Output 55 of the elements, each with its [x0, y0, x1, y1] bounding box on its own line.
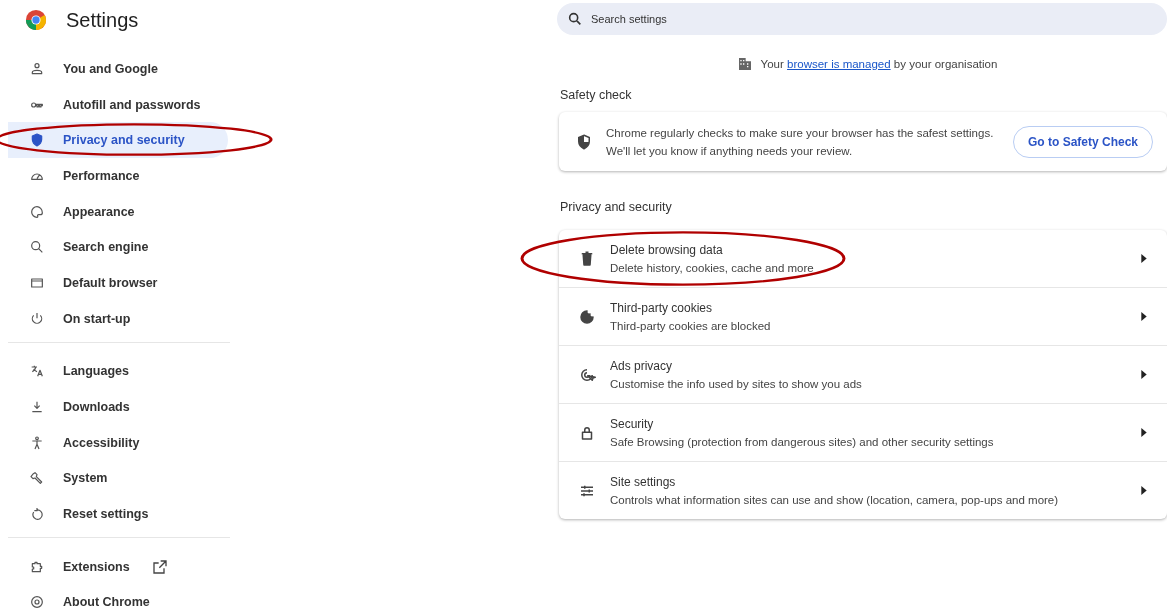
sidebar-item[interactable]: Autofill and passwords: [8, 86, 228, 123]
settings-row[interactable]: Third-party cookies Third-party cookies are blocked: [559, 288, 1167, 345]
search-field[interactable]: Search settings: [589, 12, 1167, 26]
row-title: Site settings: [610, 473, 677, 491]
settings-row[interactable]: Ads privacy Customise the info used by sites to show you ads: [559, 346, 1167, 403]
sidebar-item[interactable]: On start-up: [8, 300, 228, 337]
shield-icon: [29, 132, 45, 149]
row-subtitle: Third-party cookies are blocked: [610, 318, 772, 334]
managed-link[interactable]: browser is managed: [787, 58, 891, 70]
cookie-icon: [578, 307, 596, 326]
sidebar-item[interactable]: Downloads: [8, 389, 228, 425]
row-subtitle: Safe Browsing (protection from dangerous sites) and other security settings: [610, 434, 995, 450]
row-title: Ads privacy: [610, 357, 674, 375]
sidebar-item[interactable]: Search engine: [8, 229, 228, 266]
sidebar-item[interactable]: System: [8, 460, 228, 497]
power-icon: [29, 310, 45, 327]
chrome-logo-icon: [25, 9, 47, 31]
safety-description: Chrome regularly checks to make sure your browser has the safest settings.: [606, 125, 995, 141]
caret-icon: [1141, 486, 1147, 495]
caret-icon: [1141, 312, 1147, 321]
caret-icon: [1141, 370, 1147, 379]
safety-check-button[interactable]: Go to Safety Check: [1012, 125, 1153, 158]
section-heading: Safety check: [560, 88, 633, 104]
sidebar-item[interactable]: Default browser: [8, 265, 228, 301]
row-title: Security: [610, 415, 655, 433]
search-icon: [567, 11, 583, 27]
accessibility-icon: [29, 434, 45, 451]
settings-row[interactable]: Site settings Controls what information sites can use and show (location, camera, pop-ups and more): [559, 462, 1167, 519]
wrench-icon: [29, 470, 45, 487]
managed-notice: Your browser is managed by your organisation: [760, 58, 998, 70]
sidebar-item[interactable]: Appearance: [8, 193, 228, 230]
sidebar-item[interactable]: Accessibility: [8, 424, 228, 461]
row-title: Delete browsing data: [610, 241, 724, 259]
safety-description: We'll let you know if anything needs your review.: [606, 143, 854, 159]
row-subtitle: Delete history, cookies, cache and more: [610, 260, 815, 276]
caret-icon: [1141, 428, 1147, 437]
sidebar-item[interactable]: Extensions: [8, 548, 228, 585]
sidebar-item[interactable]: About Chrome: [8, 584, 228, 609]
reset-icon: [29, 506, 45, 523]
person-icon: [29, 60, 45, 77]
section-heading: Privacy and security: [560, 200, 673, 216]
building-icon: [736, 56, 753, 72]
page-title: Settings: [66, 8, 139, 32]
settings-row[interactable]: Delete browsing data Delete history, cookies, cache and more: [559, 230, 1167, 287]
sidebar-item[interactable]: Languages: [8, 353, 228, 390]
sidebar-item[interactable]: Reset settings: [8, 496, 228, 532]
shield-icon: [575, 132, 593, 151]
row-title: Third-party cookies: [610, 299, 714, 317]
sidebar-item[interactable]: Performance: [8, 158, 228, 194]
sidebar-item[interactable]: You and Google: [8, 51, 228, 87]
settings-row[interactable]: Security Safe Browsing (protection from dangerous sites) and other security settings: [559, 404, 1167, 461]
row-subtitle: Customise the info used by sites to show you ads: [610, 376, 863, 392]
search-field[interactable]: Search settings: [557, 3, 1167, 35]
row-subtitle: Controls what information sites can use and show (location, camera, pop-ups and more): [610, 492, 1060, 508]
caret-icon: [1141, 254, 1147, 263]
